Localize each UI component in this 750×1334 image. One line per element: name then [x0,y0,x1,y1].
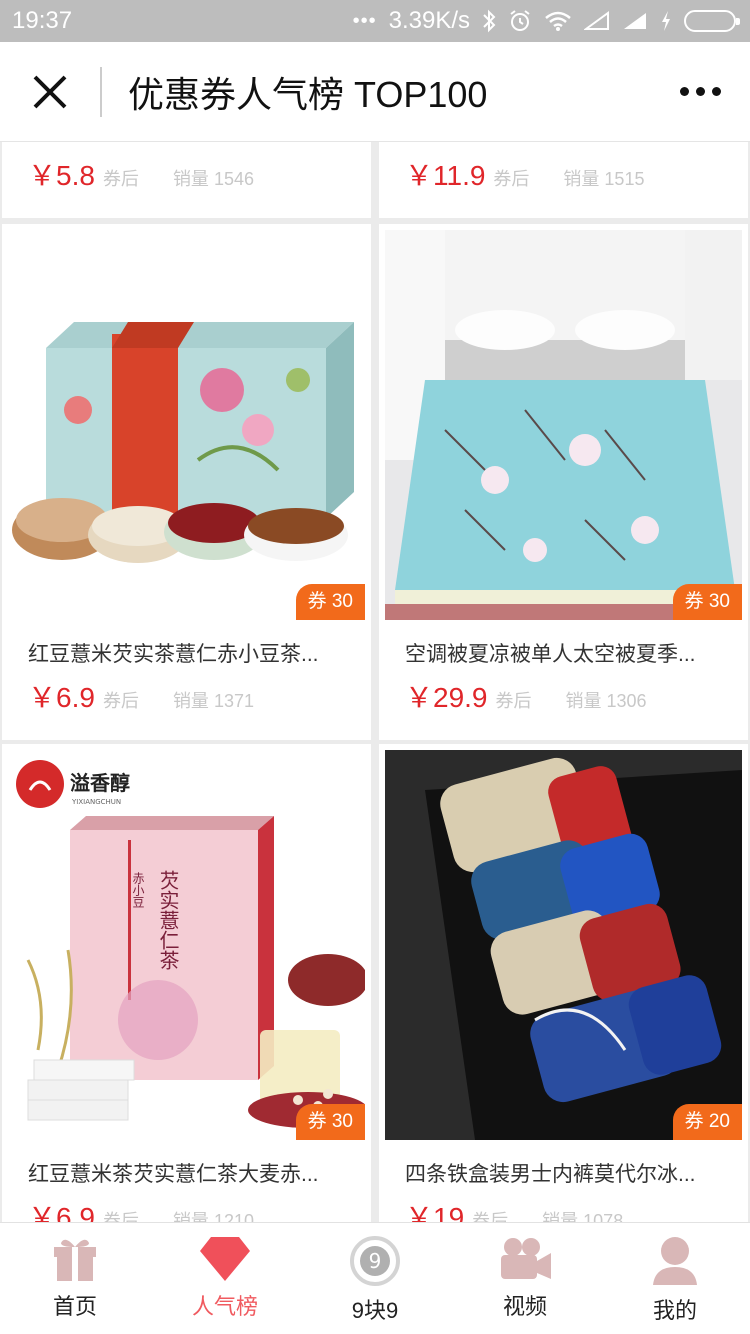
product-card[interactable]: ￥11.9 券后 销量 1515 [379,142,748,218]
more-dot-icon [695,87,705,96]
status-dots: ••• [352,9,377,32]
product-image[interactable]: 券 30 [8,230,365,620]
sales-count: 销量 1078 [542,1211,624,1222]
price-row: ￥11.9 券后 销量 1515 [405,154,644,194]
sales-count: 销量 1210 [172,1211,254,1222]
product-image-tea-pack: 溢香醇 YIXIANGCHUN 芡实薏仁茶 赤小豆 [8,750,365,1140]
price-after-label: 券后 [102,1211,139,1222]
product-image-underwear-box [385,750,742,1140]
tab-label: 我的 [652,1298,697,1323]
product-image[interactable]: 券 30 [385,230,742,620]
product-price: ￥29.9 [405,682,488,713]
wifi-icon [545,11,571,31]
tab-mine[interactable]: 我的 [600,1223,750,1334]
navigation-bar: 优惠券人气榜 TOP100 [0,42,750,142]
more-button[interactable] [650,42,750,142]
product-card[interactable]: ￥5.8 券后 销量 1546 [2,142,371,218]
product-price: ￥19 [405,1202,465,1222]
price-row: ￥19 券后 销量 1078 [405,1196,623,1222]
bottom-tab-bar: 首页 人气榜 9 9块9 视频 我的 [0,1222,750,1334]
status-right: ••• 3.39K/s [352,7,740,35]
product-card[interactable]: 券 30 空调被夏凉被单人太空被夏季... ￥29.9 券后 销量 1306 [379,224,748,740]
tab-label: 视频 [502,1294,547,1319]
coupon-badge: 券 30 [295,1104,365,1140]
person-icon [653,1237,697,1285]
product-title[interactable]: 空调被夏凉被单人太空被夏季... [405,638,735,668]
sales-count: 销量 1306 [565,691,647,711]
close-button[interactable] [0,42,100,142]
bluetooth-icon [483,9,496,33]
coupon-badge: 券 30 [672,584,742,620]
status-bar: 19:37 ••• 3.39K/s [0,0,750,42]
product-card[interactable]: 券 30 红豆薏米芡实茶薏仁赤小豆茶... ￥6.9 券后 销量 1371 [2,224,371,740]
box-badge: 赤小豆 [131,872,145,908]
tab-label: 首页 [52,1294,97,1319]
product-image-tea-box [8,230,365,620]
product-card[interactable]: 溢香醇 YIXIANGCHUN 芡实薏仁茶 赤小豆 券 30 红豆薏米茶芡实薏仁… [2,744,371,1222]
sales-count: 销量 1371 [172,691,254,711]
product-price: ￥5.8 [28,160,95,191]
nine-icon: 9 [350,1236,400,1286]
product-title[interactable]: 四条铁盒装男士内裤莫代尔冰... [405,1158,735,1188]
diamond-icon [200,1237,250,1281]
tab-label: 人气榜 [191,1294,258,1319]
product-title[interactable]: 红豆薏米茶芡实薏仁茶大麦赤... [28,1158,358,1188]
product-image[interactable]: 溢香醇 YIXIANGCHUN 芡实薏仁茶 赤小豆 券 30 [8,750,365,1140]
network-speed: 3.39K/s [388,7,470,34]
product-grid[interactable]: ￥5.8 券后 销量 1546 ￥11.9 券后 销量 1515 券 30 红豆… [0,142,750,1222]
battery-icon [684,10,740,32]
alarm-icon [510,10,530,31]
price-row: ￥6.9 券后 销量 1371 [28,676,254,716]
coupon-badge: 券 20 [672,1104,742,1140]
more-dot-icon [679,87,689,96]
product-price: ￥6.9 [28,682,95,713]
price-after-label: 券后 [102,169,139,189]
coupon-badge: 券 30 [295,584,365,620]
close-icon [33,75,67,108]
more-dot-icon [711,87,721,96]
price-after-label: 券后 [495,691,532,711]
box-title: 芡实薏仁茶 [156,870,180,970]
sales-count: 销量 1546 [172,169,254,189]
status-time: 19:37 [12,7,73,34]
tab-popular[interactable]: 人气榜 [150,1223,300,1334]
tab-home[interactable]: 首页 [0,1223,150,1334]
tab-video[interactable]: 视频 [450,1223,600,1334]
product-price: ￥6.9 [28,1202,95,1222]
price-after-label: 券后 [493,169,530,189]
charging-icon [662,11,670,31]
product-card[interactable]: 券 20 四条铁盒装男士内裤莫代尔冰... ￥19 券后 销量 1078 [379,744,748,1222]
price-row: ￥29.9 券后 销量 1306 [405,676,647,716]
svg-text:9: 9 [369,1249,382,1273]
product-title[interactable]: 红豆薏米芡实茶薏仁赤小豆茶... [28,638,358,668]
page-title: 优惠券人气榜 TOP100 [128,73,488,115]
price-after-label: 券后 [472,1211,509,1222]
price-row: ￥5.8 券后 销量 1546 [28,154,254,194]
tab-nine[interactable]: 9 9块9 [300,1223,450,1334]
brand-name: 溢香醇 [70,771,130,795]
brand-subtitle: YIXIANGCHUN [71,798,121,806]
gift-icon [54,1239,96,1281]
product-image[interactable]: 券 20 [385,750,742,1140]
product-image-quilt [385,230,742,620]
sales-count: 销量 1515 [563,169,645,189]
product-price: ￥11.9 [405,160,486,191]
price-after-label: 券后 [102,691,139,711]
tab-label: 9块9 [351,1298,399,1323]
price-row: ￥6.9 券后 销量 1210 [28,1196,254,1222]
signal-icon [584,11,609,30]
signal-icon-2 [624,13,646,29]
video-camera-icon [501,1238,551,1279]
